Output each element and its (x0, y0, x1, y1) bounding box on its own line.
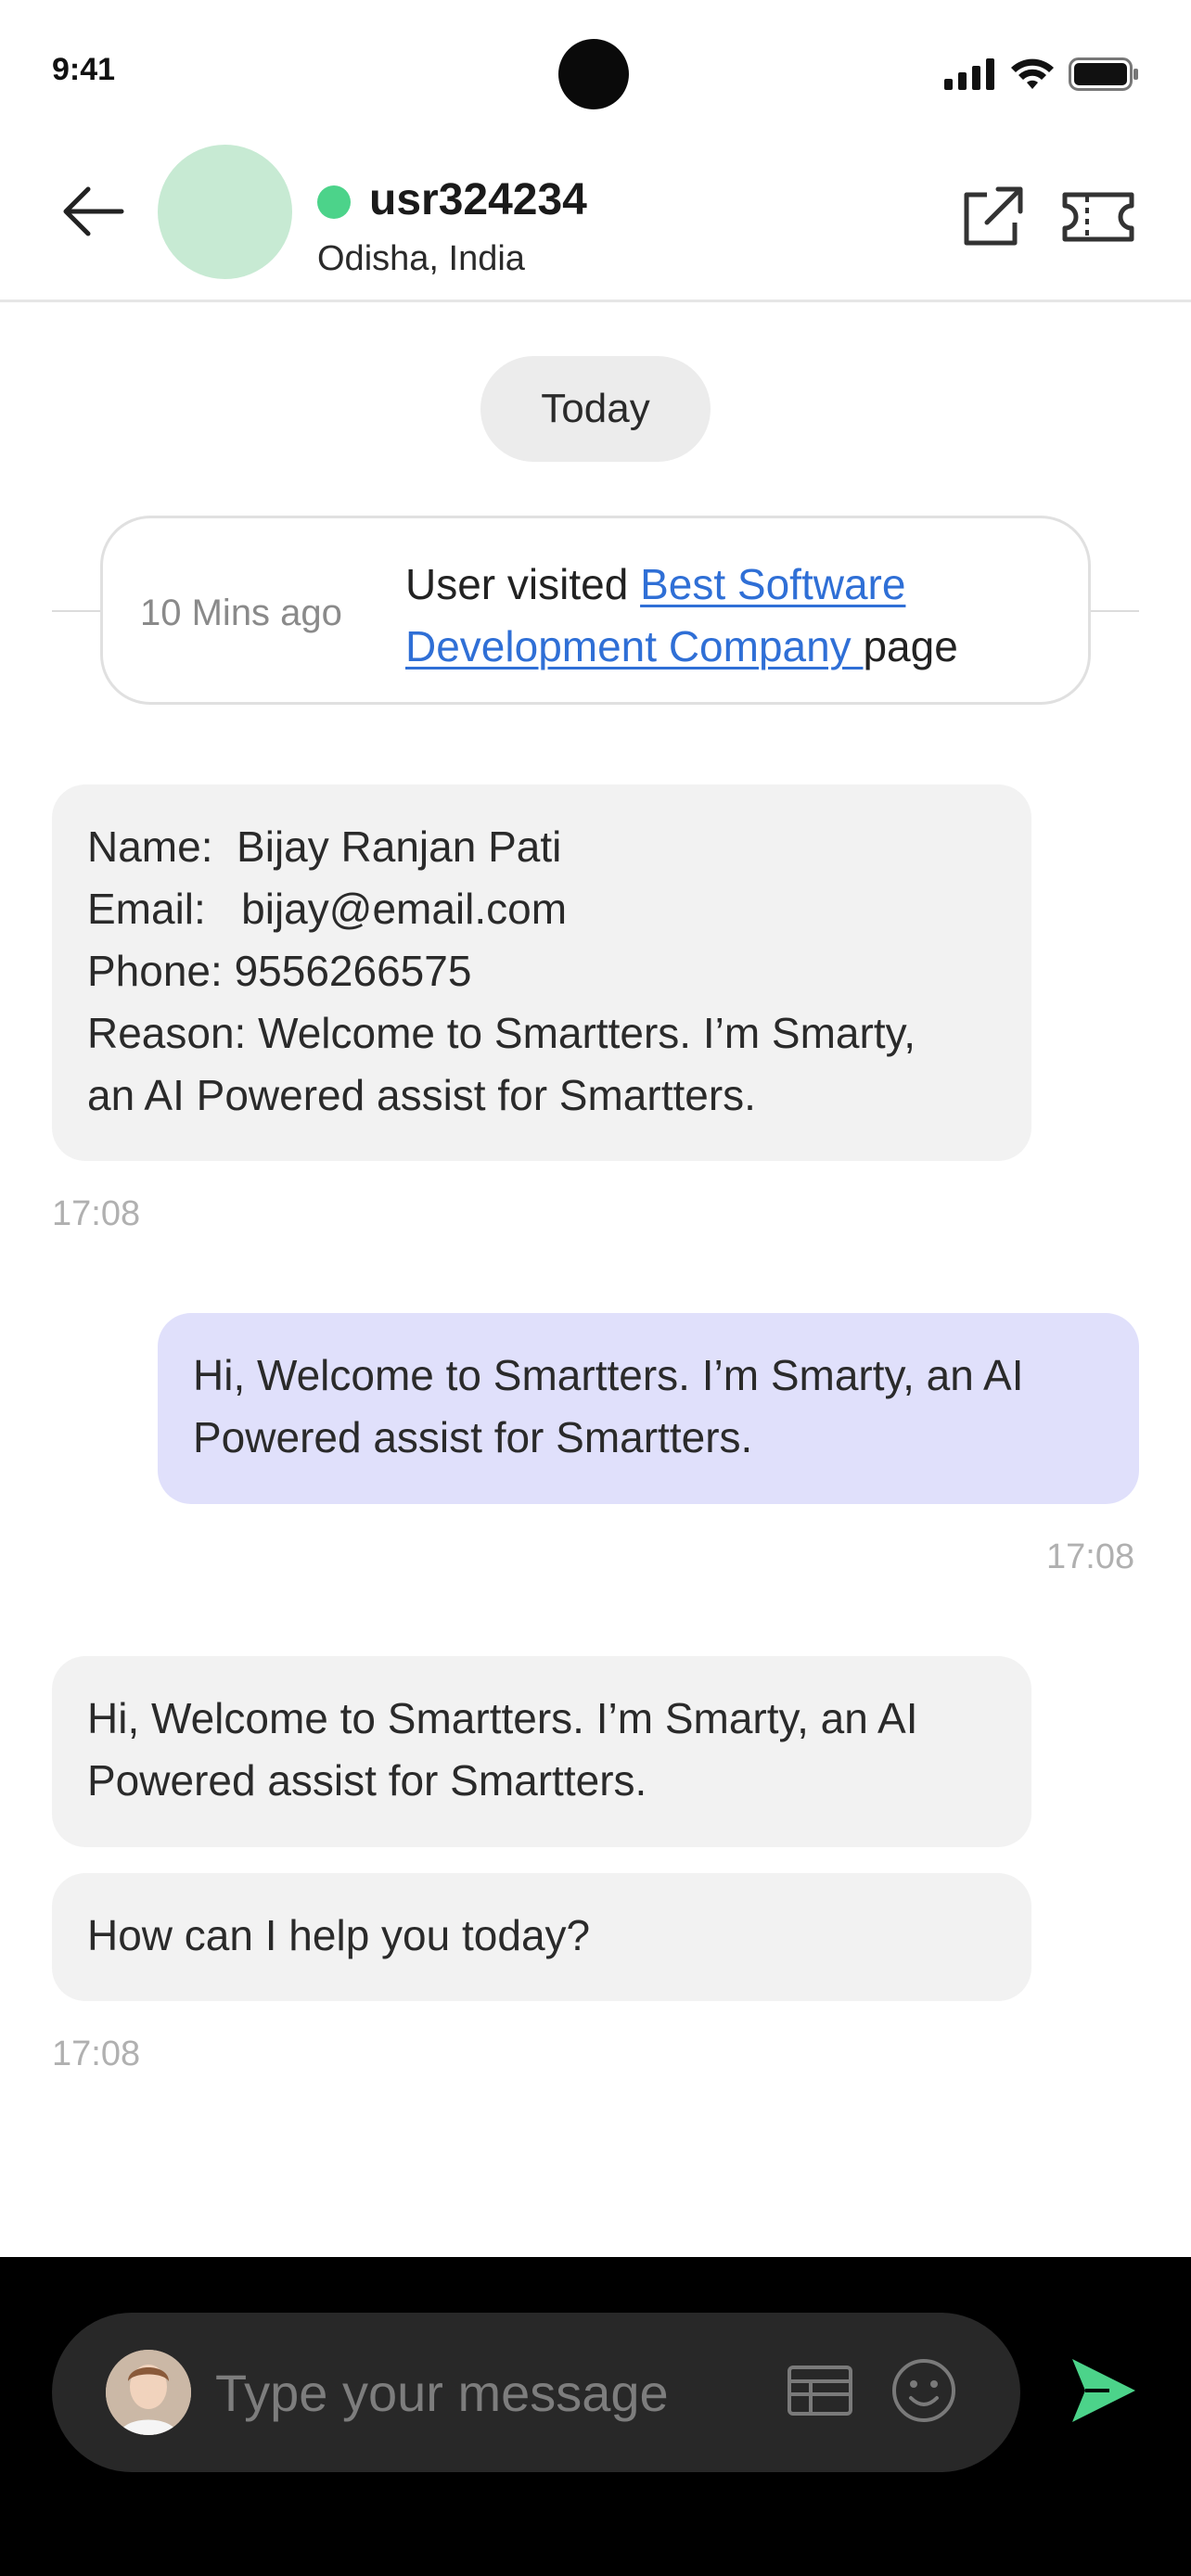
event-suffix: page (863, 622, 958, 670)
message-line: Phone: 9556266575 (87, 947, 472, 995)
wifi-icon (1009, 57, 1056, 96)
status-icons (944, 57, 1139, 96)
message-bubble-incoming: Hi, Welcome to Smartters. I’m Smarty, an… (52, 1656, 1031, 1847)
chat-header: usr324234 Odisha, India (0, 139, 1191, 302)
message-line: an AI Powered assist for Smartters. (87, 1071, 756, 1119)
message-bubble-incoming: How can I help you today? (52, 1873, 1031, 2001)
battery-icon (1069, 57, 1139, 96)
contact-location: Odisha, India (317, 239, 525, 278)
ticket-button[interactable] (1059, 180, 1137, 258)
message-line: Reason: Welcome to Smartters. I’m Smarty… (87, 1009, 916, 1057)
camera-notch (558, 39, 629, 109)
emoji-icon (890, 2357, 957, 2429)
message-line: Hi, Welcome to Smartters. I’m Smarty, an… (193, 1351, 1024, 1399)
user-avatar (106, 2350, 191, 2435)
message-line: Powered assist for Smartters. (87, 1756, 647, 1804)
message-line: Name: Bijay Ranjan Pati (87, 823, 562, 871)
message-input-container (52, 2313, 1020, 2472)
signal-icon (944, 58, 996, 95)
contact-username: usr324234 (369, 175, 587, 224)
send-icon (1069, 2355, 1139, 2430)
message-bubble-incoming: Name: Bijay Ranjan Pati Email: bijay@ema… (52, 784, 1031, 1161)
message-timestamp: 17:08 (1046, 1537, 1135, 1576)
keyboard-button[interactable] (783, 2355, 857, 2429)
event-time-ago: 10 Mins ago (140, 593, 342, 633)
open-external-button[interactable] (954, 180, 1031, 258)
message-line: Email: bijay@email.com (87, 885, 568, 933)
contact-avatar[interactable] (158, 145, 292, 279)
ticket-icon (1061, 187, 1135, 251)
emoji-button[interactable] (887, 2355, 961, 2429)
message-composer (0, 2257, 1191, 2576)
back-arrow-icon (60, 185, 125, 242)
message-line: How can I help you today? (87, 1911, 591, 1959)
message-timestamp: 17:08 (52, 1194, 141, 1233)
status-bar: 9:41 (0, 0, 1191, 139)
message-bubble-outgoing: Hi, Welcome to Smartters. I’m Smarty, an… (158, 1313, 1139, 1504)
message-timestamp: 17:08 (52, 2034, 141, 2073)
online-status-indicator (317, 185, 351, 219)
status-time: 9:41 (52, 52, 116, 87)
date-divider: Today (480, 356, 711, 462)
message-input[interactable] (215, 2350, 772, 2435)
external-link-icon (959, 184, 1026, 255)
message-line: Powered assist for Smartters. (193, 1413, 753, 1461)
keyboard-icon (787, 2365, 853, 2421)
send-button[interactable] (1057, 2346, 1150, 2439)
event-text: User visited Best Software Development C… (405, 554, 1055, 678)
back-button[interactable] (56, 176, 130, 250)
message-line: Hi, Welcome to Smartters. I’m Smarty, an… (87, 1694, 918, 1742)
visit-event-card: 10 Mins ago User visited Best Software D… (100, 516, 1091, 705)
event-prefix: User visited (405, 560, 641, 608)
